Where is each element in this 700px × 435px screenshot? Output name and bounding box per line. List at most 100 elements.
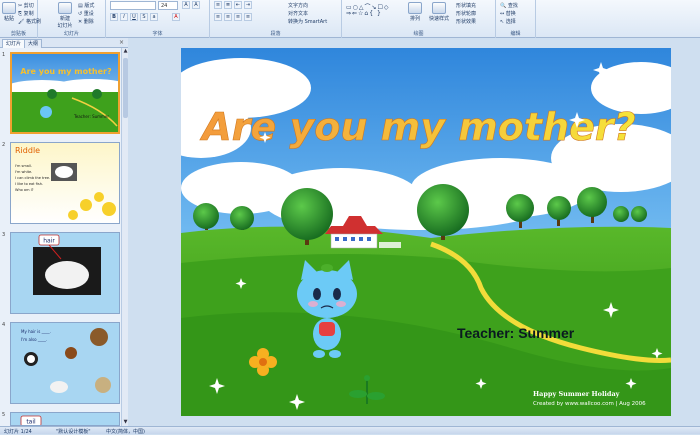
text-direction-button[interactable]: 文字方向 <box>288 2 308 9</box>
new-slide-button[interactable]: 新建 幻灯片 <box>56 2 74 29</box>
strike-button[interactable]: S <box>140 13 148 21</box>
font-name-box[interactable] <box>110 1 156 10</box>
thumb-number: 4 <box>2 322 6 328</box>
align-text-button[interactable]: 对齐文本 <box>288 10 308 17</box>
slide-thumbnail-1[interactable]: Are you my mother? Teacher: Summer <box>10 52 120 134</box>
thumb2-art: Riddle I'm small. I'm white. I can climb… <box>15 146 116 220</box>
ribbon: 粘贴 ✂ 剪切 ⎘ 复制 🖌 格式刷 剪贴板 新建 幻灯片 ▤ 版式 ↺ 重设 … <box>0 0 700 38</box>
layout-label: 版式 <box>84 3 95 9</box>
pane-tabs: 幻灯片 大纲 × <box>0 38 128 48</box>
increase-indent-button[interactable]: ⇥ <box>244 1 252 9</box>
shrink-font-button[interactable]: A <box>192 1 200 9</box>
slide-thumbnail-2[interactable]: Riddle I'm small. I'm white. I can climb… <box>10 142 120 224</box>
shape-fill-label: 形状填充 <box>456 3 477 9</box>
slide-artwork: Are you my mother? Teacher: Summer Happy… <box>181 48 671 416</box>
close-pane-icon[interactable]: × <box>119 39 124 46</box>
drawing-group: ▭○△⌒↘☐◇ ⇒⇐☆⌂{ } 排列 快速样式 形状填充 形状轮廓 形状效果 绘… <box>342 0 496 38</box>
shape-fill-button[interactable]: 形状填充 <box>456 2 476 9</box>
reset-button[interactable]: ↺ 重设 <box>78 10 94 17</box>
shape-effects-label: 形状效果 <box>456 19 477 25</box>
font-size-box[interactable]: 24 <box>158 1 178 10</box>
scroll-up-icon[interactable]: ▲ <box>122 48 129 55</box>
smartart-button[interactable]: 转换为 SmartArt <box>288 18 327 25</box>
shape-outline-label: 形状轮廓 <box>456 11 477 17</box>
new-slide-label: 新建 幻灯片 <box>57 16 73 29</box>
quick-styles-icon <box>432 2 446 14</box>
align-center-button[interactable]: ≡ <box>224 13 232 21</box>
quick-styles-button[interactable]: 快速样式 <box>428 2 450 22</box>
slides-pane: 幻灯片 大纲 × 1 Are you my mother? Teacher: S… <box>0 38 128 426</box>
thumb3-art: hair <box>33 234 101 295</box>
decrease-indent-button[interactable]: ⇤ <box>234 1 242 9</box>
thumb-number: 1 <box>2 52 6 58</box>
shadow-button[interactable]: a <box>150 13 158 21</box>
quick-styles-label: 快速样式 <box>428 16 449 22</box>
font-color-button[interactable]: A <box>172 13 180 21</box>
layout-button[interactable]: ▤ 版式 <box>78 2 94 9</box>
reset-label: 重设 <box>83 11 94 17</box>
justify-button[interactable]: ≡ <box>244 13 252 21</box>
editing-group-label: 编辑 <box>510 31 521 37</box>
slide-title[interactable]: Are you my mother? <box>199 105 636 150</box>
slide-thumbnail-4[interactable]: My hair is ____. I'm also ____. <box>10 322 120 404</box>
thumb1-art: Are you my mother? Teacher: Summer <box>12 54 118 132</box>
find-button[interactable]: 🔍 查找 <box>500 2 518 9</box>
teacher-text[interactable]: Teacher: Summer <box>457 325 575 341</box>
paste-label: 粘贴 <box>3 16 14 22</box>
slides-group: 新建 幻灯片 ▤ 版式 ↺ 重设 ✕ 删除 幻灯片 <box>38 0 106 38</box>
thumb-number: 5 <box>2 412 6 418</box>
tab-outline[interactable]: 大纲 <box>24 39 43 48</box>
shape-effects-button[interactable]: 形状效果 <box>456 18 476 25</box>
align-right-button[interactable]: ≡ <box>234 13 242 21</box>
thumb1-teacher: Teacher: Summer <box>73 114 109 119</box>
svg-text:I'm small.: I'm small. <box>15 164 32 168</box>
numbering-button[interactable]: ≣ <box>224 1 232 9</box>
pane-scrollbar[interactable]: ▲ ▼ <box>121 48 128 426</box>
delete-label: 删除 <box>83 19 94 25</box>
clipboard-group: 粘贴 ✂ 剪切 ⎘ 复制 🖌 格式刷 剪贴板 <box>0 0 41 38</box>
svg-text:Who am I?: Who am I? <box>15 188 34 192</box>
svg-text:I like to eat fish.: I like to eat fish. <box>15 182 43 186</box>
slide-thumbnail-5[interactable]: tail <box>10 412 120 426</box>
paste-button[interactable]: 粘贴 <box>2 2 16 22</box>
slide-canvas: Are you my mother? Teacher: Summer Happy… <box>129 38 700 426</box>
cut-button[interactable]: ✂ 剪切 <box>18 2 34 9</box>
bullets-button[interactable]: ≡ <box>214 1 222 9</box>
select-button[interactable]: ↖ 选择 <box>500 18 516 25</box>
thumb4-line: I'm also ____. <box>21 337 47 342</box>
scroll-thumb[interactable] <box>123 58 128 118</box>
align-left-button[interactable]: ≡ <box>214 13 222 21</box>
svg-text:I'm white.: I'm white. <box>15 170 32 174</box>
drawing-group-label: 绘图 <box>413 31 424 37</box>
thumb2-title: Riddle <box>15 146 40 155</box>
footer-line-1: Happy Summer Holiday <box>533 390 620 398</box>
slide-main[interactable]: Are you my mother? Teacher: Summer Happy… <box>181 48 671 416</box>
paragraph-group-label: 段落 <box>270 31 281 37</box>
grow-font-button[interactable]: A <box>182 1 190 9</box>
thumb3-label: hair <box>43 238 55 245</box>
scroll-down-icon[interactable]: ▼ <box>122 419 129 426</box>
shape-outline-button[interactable]: 形状轮廓 <box>456 10 476 17</box>
cut-label: 剪切 <box>23 3 34 9</box>
bold-button[interactable]: B <box>110 13 118 21</box>
thumb5-label: tail <box>26 419 36 426</box>
italic-button[interactable]: I <box>120 13 128 21</box>
footer-line-2: Created by www.wallcoo.com | Aug 2006 <box>533 401 646 407</box>
arrange-button[interactable]: 排列 <box>406 2 424 22</box>
underline-button[interactable]: U <box>130 13 138 21</box>
replace-button[interactable]: ↔ 替换 <box>500 10 516 17</box>
text-direction-label: 文字方向 <box>288 3 309 9</box>
delete-slide-button[interactable]: ✕ 删除 <box>78 18 94 25</box>
copy-button[interactable]: ⎘ 复制 <box>18 10 34 17</box>
find-label: 查找 <box>507 3 518 9</box>
paragraph-group: ≡ ≣ ⇤ ⇥ ≡ ≡ ≡ ≡ 文字方向 对齐文本 转换为 SmartArt 段… <box>210 0 342 38</box>
thumb-number: 3 <box>2 232 6 238</box>
slide-thumbnail-3[interactable]: hair <box>10 232 120 314</box>
arrange-icon <box>408 2 422 14</box>
shapes-gallery-row2[interactable]: ⇒⇐☆⌂{ } <box>346 10 382 17</box>
thumb4-art: My hair is ____. I'm also ____. <box>21 328 111 393</box>
tab-slides[interactable]: 幻灯片 <box>2 39 26 48</box>
editing-group: 🔍 查找 ↔ 替换 ↖ 选择 编辑 <box>496 0 536 38</box>
status-bar: 幻灯片 1/24 "默认设计模板" 中文(简体，中国) <box>0 426 700 435</box>
font-group-label: 字体 <box>152 31 163 37</box>
